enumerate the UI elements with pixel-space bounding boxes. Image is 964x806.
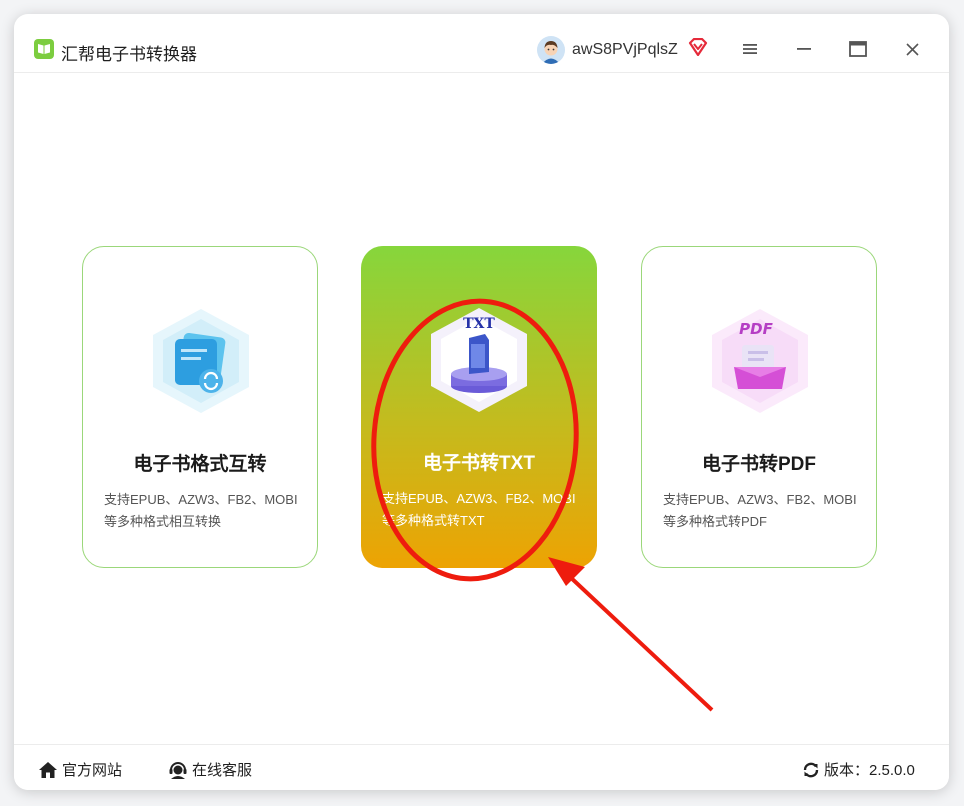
card-title: 电子书格式互转 xyxy=(133,454,267,475)
close-icon[interactable] xyxy=(895,34,929,64)
online-support-label: 在线客服 xyxy=(192,762,253,779)
card-desc-line: 等多种格式转PDF xyxy=(663,514,768,529)
app-title: 汇帮电子书转换器 xyxy=(61,45,197,64)
minimize-icon[interactable] xyxy=(787,34,821,64)
maximize-icon[interactable] xyxy=(841,34,875,64)
card-description: 支持EPUB、AZW3、FB2、MOBI 等多种格式转TXT xyxy=(382,488,583,532)
card-title: 电子书转TXT xyxy=(423,453,535,474)
card-ebook-to-pdf[interactable]: PDF 电子书转PDF 支持EPUB、AZW3、FB2、MOBI 等多种格式转P… xyxy=(641,246,877,568)
txt-icon: TXT xyxy=(423,304,535,416)
username[interactable]: awS8PVjPqlsZ xyxy=(572,41,678,59)
ebook-convert-icon xyxy=(145,305,257,417)
card-desc-line: 支持EPUB、AZW3、FB2、MOBI xyxy=(104,492,298,507)
pdf-icon: PDF xyxy=(704,305,816,417)
customer-service-icon xyxy=(169,761,187,779)
app-logo-icon xyxy=(34,39,54,59)
card-description: 支持EPUB、AZW3、FB2、MOBI 等多种格式转PDF xyxy=(663,489,862,533)
card-ebook-format-convert[interactable]: 电子书格式互转 支持EPUB、AZW3、FB2、MOBI 等多种格式相互转换 xyxy=(82,246,318,568)
card-desc-line: 支持EPUB、AZW3、FB2、MOBI xyxy=(382,491,576,506)
online-support-link[interactable]: 在线客服 xyxy=(168,759,252,780)
menu-icon[interactable] xyxy=(733,34,767,64)
card-desc-line: 等多种格式转TXT xyxy=(382,513,485,528)
official-website-link[interactable]: 官方网站 xyxy=(38,759,122,780)
card-desc-line: 等多种格式相互转换 xyxy=(104,514,222,529)
card-description: 支持EPUB、AZW3、FB2、MOBI 等多种格式相互转换 xyxy=(104,489,303,533)
vip-diamond-icon[interactable] xyxy=(688,37,708,61)
pdf-icon-label: PDF xyxy=(739,320,773,338)
home-icon xyxy=(39,761,57,778)
avatar[interactable] xyxy=(537,36,565,64)
card-title: 电子书转PDF xyxy=(701,454,816,475)
official-website-label: 官方网站 xyxy=(62,762,123,779)
version-label: 版本：2.5.0.0 xyxy=(824,762,915,779)
card-desc-line: 支持EPUB、AZW3、FB2、MOBI xyxy=(663,492,857,507)
app-window: 汇帮电子书转换器 awS8PVjPqlsZ 电子书格式互转 支持EPUB、AZW… xyxy=(14,14,949,790)
txt-icon-label: TXT xyxy=(463,316,495,332)
title-bar: 汇帮电子书转换器 awS8PVjPqlsZ xyxy=(14,14,949,73)
refresh-icon xyxy=(803,762,819,777)
footer-bar: 官方网站 在线客服 版本：2.5.0.0 xyxy=(14,744,949,790)
card-ebook-to-txt[interactable]: TXT 电子书转TXT 支持EPUB、AZW3、FB2、MOBI 等多种格式转T… xyxy=(361,246,597,568)
version-info[interactable]: 版本：2.5.0.0 xyxy=(802,759,915,780)
